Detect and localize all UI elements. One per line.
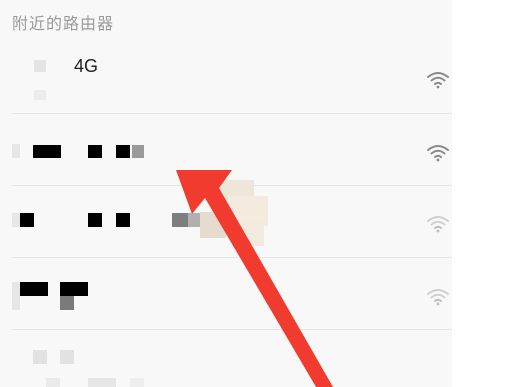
pixelated-block [116, 145, 130, 158]
pixelated-block [116, 213, 130, 227]
pixelated-block [88, 213, 102, 227]
pixelated-block [60, 282, 88, 296]
pixelated-block [88, 145, 102, 158]
pixelated-block [200, 212, 226, 238]
pixelated-block [130, 378, 144, 387]
pixelated-block [60, 350, 74, 364]
pixelated-block [236, 222, 264, 246]
pixelated-block [12, 213, 20, 227]
router-name: 4G [74, 56, 99, 76]
pixelated-block [172, 213, 188, 227]
wifi-icon [427, 289, 449, 306]
pixelated-block [20, 282, 48, 296]
wifi-icon [427, 72, 449, 89]
pixelated-block [60, 296, 74, 310]
pixelated-block [12, 282, 20, 310]
router-list-panel: 附近的路由器 4G [0, 0, 452, 387]
pixelated-block [132, 145, 144, 158]
pixelated-block [33, 145, 61, 158]
pixelated-block [12, 144, 20, 158]
router-item[interactable]: 4G [0, 42, 452, 114]
page-margin [452, 0, 507, 387]
wifi-icon [427, 216, 449, 233]
pixelated-block [33, 350, 47, 364]
router-item[interactable] [0, 114, 452, 186]
pixelated-block [88, 378, 116, 387]
wifi-icon [427, 145, 449, 162]
section-header: 附近的路由器 [12, 14, 115, 33]
router-item[interactable] [0, 258, 452, 330]
pixelated-block [20, 213, 34, 227]
pixelated-block [34, 60, 46, 72]
pixelated-block [34, 90, 46, 100]
pixelated-block [46, 378, 60, 387]
router-item[interactable] [0, 330, 452, 387]
